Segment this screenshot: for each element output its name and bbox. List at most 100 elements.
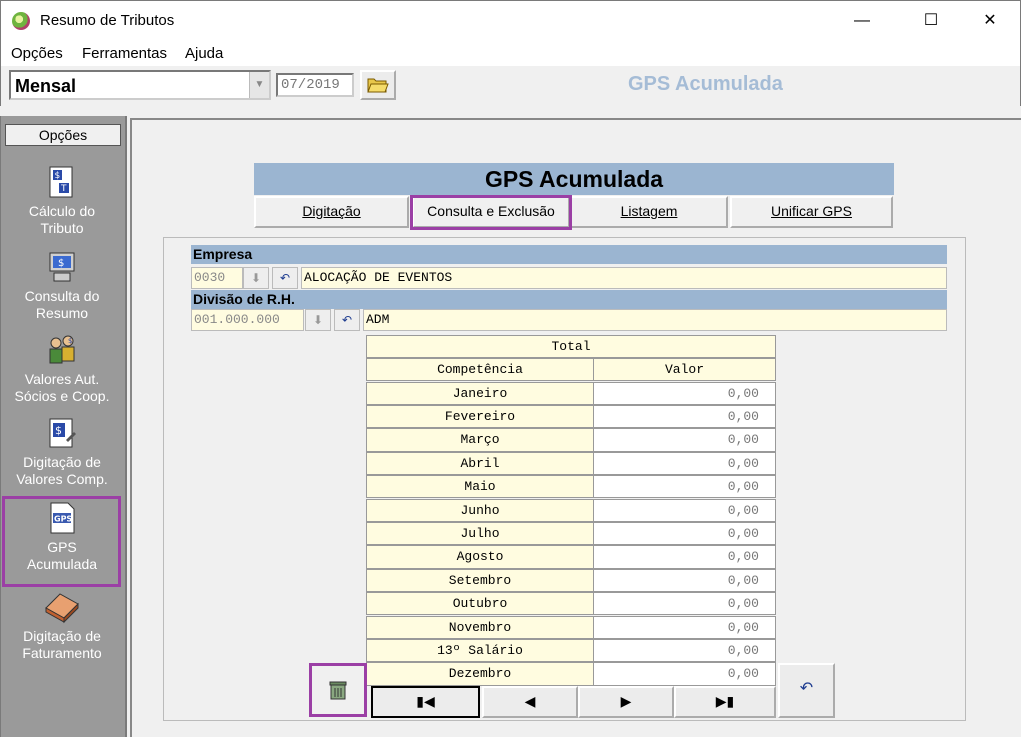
table-row[interactable]: Janeiro 0,00 <box>366 381 776 405</box>
valor-cell: 0,00 <box>593 451 776 476</box>
grid-header-row: Competência Valor <box>366 358 776 382</box>
valor-cell: 0,00 <box>593 498 776 522</box>
tab-listagem[interactable]: Listagem <box>570 196 728 228</box>
download-icon: ⬇ <box>312 313 324 327</box>
competencia-cell: Maio <box>366 475 594 499</box>
svg-text:$: $ <box>68 337 72 345</box>
svg-text:$: $ <box>55 171 61 181</box>
header-title: GPS Acumulada <box>628 73 783 95</box>
undo-icon: ↶ <box>279 271 291 285</box>
first-icon: ▮◀ <box>416 693 435 709</box>
valor-cell: 0,00 <box>593 568 776 593</box>
menu-ajuda[interactable]: Ajuda <box>185 45 223 62</box>
table-row[interactable]: Julho 0,00 <box>366 521 776 546</box>
column-header-valor: Valor <box>593 358 776 382</box>
sidebar-item-valores[interactable]: $ Valores Aut. Sócios e Coop. <box>2 333 122 405</box>
mode-select[interactable]: Mensal ▼ <box>9 70 271 100</box>
table-row[interactable]: Dezembro 0,00 <box>366 662 776 686</box>
tab-unificar-gps[interactable]: Unificar GPS <box>730 196 893 228</box>
table-row[interactable]: Novembro 0,00 <box>366 615 776 639</box>
sidebar-item-label: Sócios e Coop. <box>14 388 110 404</box>
menu-ferramentas[interactable]: Ferramentas <box>82 45 167 62</box>
tax-document-icon: $ T <box>49 166 73 198</box>
edit-money-icon: $ <box>49 418 76 448</box>
divisao-lookup-button[interactable]: ⬇ <box>305 309 331 331</box>
sidebar-header: Opções <box>5 124 121 146</box>
table-row[interactable]: Outubro 0,00 <box>366 592 776 616</box>
divisao-label: Divisão de R.H. <box>191 290 947 309</box>
table-row[interactable]: 13º Salário 0,00 <box>366 638 776 663</box>
valor-cell: 0,00 <box>593 428 776 452</box>
competencia-cell: 13º Salário <box>366 638 594 663</box>
table-row[interactable]: Abril 0,00 <box>366 451 776 476</box>
open-folder-button[interactable] <box>360 70 396 100</box>
svg-text:$: $ <box>55 424 62 437</box>
mode-value: Mensal <box>15 76 77 96</box>
competencia-cell: Fevereiro <box>366 404 594 429</box>
people-money-icon: $ <box>49 335 75 364</box>
delete-button[interactable] <box>309 663 367 717</box>
table-row[interactable]: Fevereiro 0,00 <box>366 404 776 429</box>
prev-record-button[interactable]: ◀ <box>482 686 578 718</box>
table-row[interactable]: Agosto 0,00 <box>366 545 776 569</box>
cash-register-icon <box>45 593 79 624</box>
next-record-button[interactable]: ▶ <box>578 686 674 718</box>
undo-button[interactable]: ↶ <box>778 663 835 718</box>
empresa-label: Empresa <box>191 245 947 264</box>
divisao-code-input[interactable]: 001.000.000 <box>191 309 304 331</box>
empresa-lookup-button[interactable]: ⬇ <box>243 267 269 289</box>
undo-icon: ↶ <box>341 313 353 327</box>
table-row[interactable]: Maio 0,00 <box>366 475 776 499</box>
table-row[interactable]: Junho 0,00 <box>366 498 776 522</box>
period-input[interactable]: 07/2019 <box>276 73 354 97</box>
menu-opcoes[interactable]: Opções <box>11 45 63 62</box>
trash-icon <box>329 681 347 700</box>
download-icon: ⬇ <box>250 271 262 285</box>
divisao-name-field: ADM <box>363 309 947 331</box>
valor-cell: 0,00 <box>593 381 776 405</box>
empresa-name-field: ALOCAÇÃO DE EVENTOS <box>301 267 947 289</box>
divisao-reset-button[interactable]: ↶ <box>334 309 360 331</box>
app-icon <box>12 12 30 30</box>
competencia-cell: Outubro <box>366 592 594 616</box>
sidebar-item-label: Resumo <box>35 305 89 321</box>
valor-cell: 0,00 <box>593 475 776 499</box>
sidebar-item-faturamento[interactable]: Digitação de Faturamento <box>2 590 122 662</box>
chevron-down-icon[interactable]: ▼ <box>249 72 269 98</box>
competencia-cell: Julho <box>366 521 594 546</box>
empresa-code-input[interactable]: 0030 <box>191 267 243 289</box>
last-icon: ▶▮ <box>715 693 735 709</box>
sidebar-item-label: Valores Comp. <box>16 471 108 487</box>
sidebar-item-calculo[interactable]: $ T Cálculo do Tributo <box>2 165 122 237</box>
sidebar-item-label: Digitação de <box>23 628 101 644</box>
sidebar-selection-highlight <box>2 496 121 587</box>
column-header-competencia: Competência <box>366 358 594 382</box>
valor-cell: 0,00 <box>593 545 776 569</box>
undo-icon: ↶ <box>799 680 814 697</box>
competencia-cell: Abril <box>366 451 594 476</box>
sidebar-item-consulta[interactable]: $ Consulta do Resumo <box>2 250 122 322</box>
window-title: Resumo de Tributos <box>40 12 175 29</box>
sidebar-item-label: Digitação de <box>23 454 101 470</box>
competencia-cell: Junho <box>366 498 594 522</box>
valor-cell: 0,00 <box>593 521 776 546</box>
folder-icon <box>367 78 389 93</box>
active-tab-highlight <box>410 195 572 230</box>
grid-total-header: Total <box>366 335 776 358</box>
svg-text:$: $ <box>58 258 64 269</box>
valor-cell: 0,00 <box>593 592 776 616</box>
valor-cell: 0,00 <box>593 404 776 429</box>
sidebar-item-digitacao-valores[interactable]: $ Digitação de Valores Comp. <box>2 416 122 488</box>
table-row[interactable]: Setembro 0,00 <box>366 568 776 593</box>
empresa-reset-button[interactable]: ↶ <box>272 267 298 289</box>
close-button[interactable]: ✕ <box>967 1 1013 41</box>
valor-cell: 0,00 <box>593 662 776 686</box>
maximize-button[interactable]: ☐ <box>908 1 954 41</box>
tab-digitacao[interactable]: Digitação <box>254 196 409 228</box>
table-row[interactable]: Março 0,00 <box>366 428 776 452</box>
last-record-button[interactable]: ▶▮ <box>674 686 776 718</box>
minimize-button[interactable]: — <box>839 1 885 41</box>
first-record-button[interactable]: ▮◀ <box>371 686 480 718</box>
competencia-cell: Novembro <box>366 615 594 639</box>
prev-icon: ◀ <box>524 693 536 709</box>
